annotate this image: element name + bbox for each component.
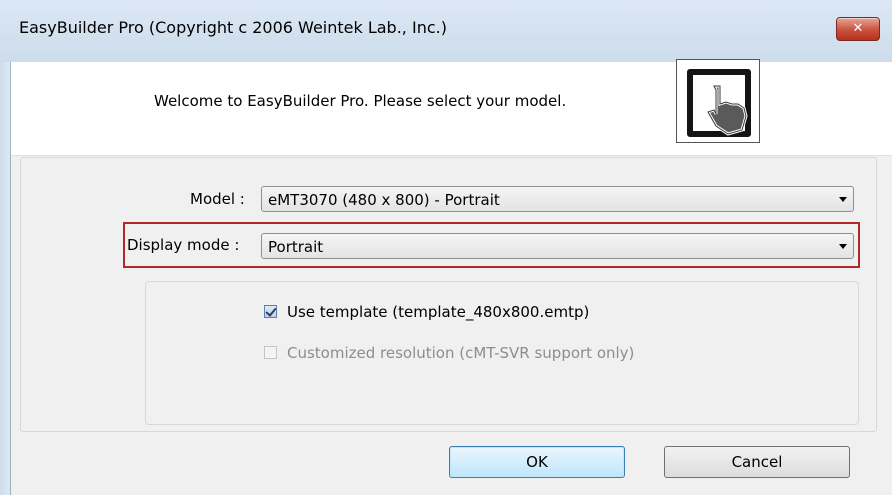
customized-resolution-checkbox[interactable]	[264, 346, 277, 359]
ok-button[interactable]: OK	[449, 446, 625, 478]
dialog-body: Welcome to EasyBuilder Pro. Please selec…	[11, 59, 892, 495]
chevron-down-icon	[839, 197, 847, 202]
display-mode-select-value: Portrait	[268, 238, 324, 256]
model-select-value: eMT3070 (480 x 800) - Portrait	[268, 191, 500, 209]
display-mode-label: Display mode :	[127, 236, 240, 254]
window-frame-left	[0, 62, 11, 495]
model-select[interactable]: eMT3070 (480 x 800) - Portrait	[261, 186, 854, 212]
chevron-down-icon	[839, 244, 847, 249]
customized-resolution-label[interactable]: Customized resolution (cMT-SVR support o…	[287, 344, 634, 362]
hand-pointer-logo-icon	[676, 59, 760, 143]
header-panel: Welcome to EasyBuilder Pro. Please selec…	[11, 59, 892, 156]
easybuilder-dialog: EasyBuilder Pro (Copyright c 2006 Weinte…	[0, 0, 892, 495]
close-icon: ✕	[852, 21, 864, 36]
title-bar[interactable]: EasyBuilder Pro (Copyright c 2006 Weinte…	[0, 0, 892, 63]
use-template-label[interactable]: Use template (template_480x800.emtp)	[287, 303, 589, 321]
model-label: Model :	[190, 190, 245, 208]
display-mode-select[interactable]: Portrait	[261, 233, 854, 259]
close-button[interactable]: ✕	[836, 17, 880, 41]
cancel-button[interactable]: Cancel	[664, 446, 850, 478]
welcome-text: Welcome to EasyBuilder Pro. Please selec…	[154, 92, 567, 110]
window-title: EasyBuilder Pro (Copyright c 2006 Weinte…	[19, 18, 447, 37]
use-template-checkbox[interactable]	[264, 305, 277, 318]
hand-pointer-icon	[706, 84, 748, 136]
